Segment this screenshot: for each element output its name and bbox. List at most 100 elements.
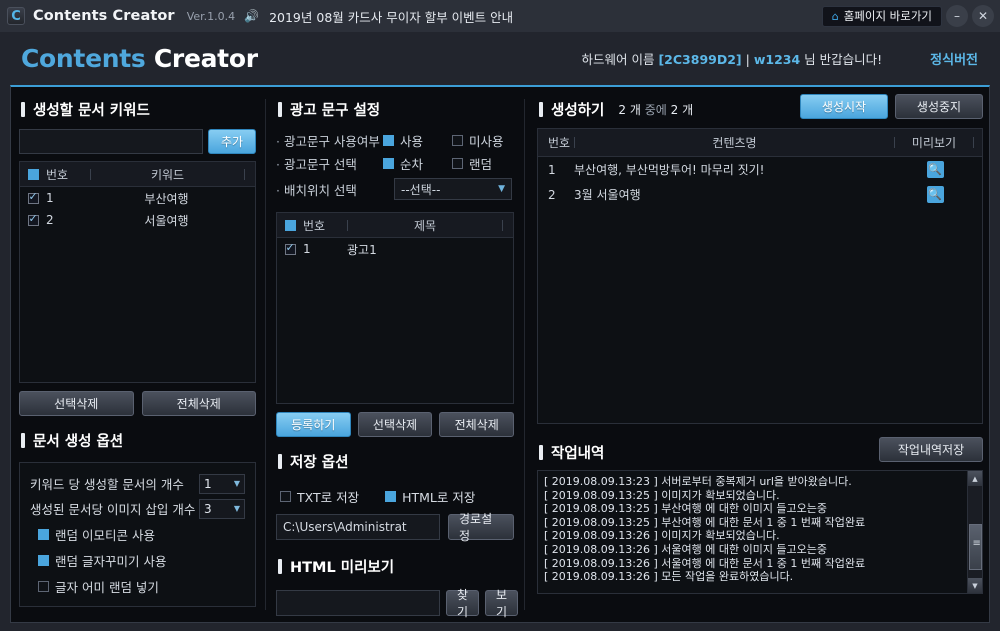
images-per-doc-select[interactable]: 3 ▼: [199, 498, 245, 519]
ad-use-on-checkbox[interactable]: [383, 135, 394, 146]
log-title-text: 작업내역: [551, 446, 605, 462]
delete-all-keywords-button[interactable]: 전체삭제: [141, 391, 256, 416]
ad-random-option[interactable]: 랜덤: [452, 154, 514, 173]
row-checkbox[interactable]: [27, 191, 39, 204]
ad-use-off-option[interactable]: 미사용: [452, 131, 514, 150]
option-random-decoration[interactable]: 랜덤 글자꾸미기 사용: [38, 551, 245, 570]
row-checkbox-cell[interactable]: [20, 191, 46, 204]
table-row[interactable]: 1 부산여행: [20, 187, 255, 209]
add-keyword-button[interactable]: 추가: [208, 129, 256, 154]
row-preview-cell[interactable]: 🔍: [896, 161, 974, 178]
minimize-button[interactable]: –: [946, 5, 968, 27]
ad-sequential-checkbox[interactable]: [383, 158, 394, 169]
close-button[interactable]: ✕: [972, 5, 994, 27]
save-options-box: TXT로 저장 HTML로 저장 경로설정: [276, 483, 514, 543]
title-bar: C Contents Creator Ver.1.0.4 🔊 2019년 08월…: [0, 0, 1000, 32]
notice-text: 2019년 08월 카드사 무이자 할부 이벤트 안내: [269, 9, 514, 25]
row-checkbox-cell[interactable]: [277, 242, 303, 255]
random-emoticon-checkbox[interactable]: [38, 529, 49, 540]
table-row[interactable]: 1 부산여행, 부산먹방투어! 마무리 짓기! 🔍: [538, 157, 982, 182]
ad-random-checkbox[interactable]: [452, 158, 463, 169]
chevron-down-icon: ▼: [498, 184, 505, 194]
save-txt-checkbox[interactable]: [280, 491, 291, 502]
ad-action-buttons: 등록하기 선택삭제 전체삭제: [276, 412, 515, 437]
generate-buttons: 생성시작 생성중지: [800, 94, 983, 119]
generate-count-done: 2 개: [618, 103, 641, 117]
row-no: 1: [46, 191, 54, 205]
ad-use-on-option[interactable]: 사용: [383, 131, 445, 150]
scroll-down-button[interactable]: ▼: [967, 578, 982, 593]
start-generate-button[interactable]: 생성시작: [800, 94, 888, 119]
log-box: [ 2019.08.09.13:23 ] 서버로부터 중복제거 url을 받아왔…: [537, 470, 983, 594]
images-per-doc-value: 3: [204, 501, 212, 516]
row-checkbox[interactable]: [27, 213, 39, 226]
scroll-up-button[interactable]: ▲: [967, 471, 982, 486]
row-no: 1: [548, 162, 556, 177]
user-name: w1234: [753, 52, 801, 67]
header-right: 하드웨어 이름 [2C3899D2] | w1234 님 반갑습니다! 정식버전: [582, 49, 979, 68]
generate-table-body: 1 부산여행, 부산먹방투어! 마무리 짓기! 🔍 2 3월 서울여행 🔍: [538, 157, 982, 423]
ad-settings-column: 광고 문구 설정 광고문구 사용여부 사용 미사용 광고문구 선택: [266, 93, 524, 619]
homepage-shortcut-button[interactable]: ⌂ 홈페이지 바로가기: [821, 5, 942, 27]
save-html-checkbox[interactable]: [385, 491, 397, 502]
ad-use-off-checkbox[interactable]: [452, 135, 463, 146]
ad-select-all-cell[interactable]: [277, 219, 303, 231]
delete-selected-keywords-button[interactable]: 선택삭제: [19, 391, 134, 416]
row-title: 광고1: [347, 242, 377, 257]
find-file-button[interactable]: 찾기: [446, 588, 480, 619]
count-per-keyword-select[interactable]: 1 ▼: [199, 473, 245, 494]
select-all-checkbox[interactable]: [27, 168, 39, 180]
homepage-shortcut-label: 홈페이지 바로가기: [843, 9, 932, 23]
app-version: Ver.1.0.4: [186, 9, 236, 23]
delete-selected-ads-button[interactable]: 선택삭제: [357, 412, 433, 437]
option-random-ending[interactable]: 글자 어미 랜덤 넣기: [38, 577, 245, 596]
ad-sequential-option[interactable]: 순차: [383, 154, 445, 173]
scroll-track[interactable]: [968, 486, 983, 578]
register-ad-button[interactable]: 등록하기: [276, 412, 351, 437]
generate-count-mid: 중에: [644, 103, 667, 117]
ad-position-value: --선택--: [401, 182, 441, 197]
ad-use-on-label: 사용: [400, 134, 424, 149]
save-format-row: TXT로 저장 HTML로 저장: [280, 487, 514, 506]
table-row[interactable]: 2 3월 서울여행 🔍: [538, 182, 982, 207]
header-separator: |: [745, 52, 750, 67]
brand-part-1: Contents: [21, 44, 146, 73]
save-options-title: 저장 옵션: [278, 451, 514, 472]
log-scrollbar[interactable]: ▲ ▼: [967, 471, 982, 593]
row-checkbox[interactable]: [284, 242, 296, 255]
magnifier-icon[interactable]: 🔍: [926, 186, 944, 203]
row-preview-cell[interactable]: 🔍: [896, 186, 974, 203]
column-divider: [244, 168, 245, 180]
keyword-input[interactable]: [19, 129, 203, 154]
save-path-input[interactable]: [276, 514, 440, 540]
row-checkbox-cell[interactable]: [20, 213, 46, 226]
row-content-name: 3월 서울여행: [574, 188, 641, 202]
ad-sequential-label: 순차: [400, 157, 424, 172]
html-preview-input[interactable]: [276, 590, 440, 616]
generate-table-header: 번호 컨텐츠명 미리보기: [538, 129, 982, 157]
doc-options-checkboxes: 랜덤 이모티콘 사용 랜덤 글자꾸미기 사용 글자 어미 랜덤 넣기: [30, 525, 245, 596]
ad-position-select[interactable]: --선택-- ▼: [394, 178, 512, 200]
row-no: 2: [548, 187, 556, 202]
ad-select-all-checkbox[interactable]: [284, 219, 296, 231]
ad-use-options: 사용 미사용: [383, 131, 514, 150]
random-decoration-checkbox[interactable]: [38, 555, 49, 566]
ad-table-header: 번호 제목: [277, 213, 513, 238]
random-ending-label: 글자 어미 랜덤 넣기: [55, 580, 159, 595]
scroll-thumb[interactable]: [968, 524, 982, 570]
random-emoticon-label: 랜덤 이모티콘 사용: [55, 528, 155, 543]
table-row[interactable]: 2 서울여행: [20, 209, 255, 231]
save-txt-option[interactable]: TXT로 저장: [280, 487, 359, 506]
table-row[interactable]: 1 광고1: [277, 238, 513, 260]
view-file-button[interactable]: 보기: [485, 588, 519, 619]
delete-all-ads-button[interactable]: 전체삭제: [439, 412, 515, 437]
stop-generate-button[interactable]: 생성중지: [895, 94, 983, 119]
save-log-button[interactable]: 작업내역저장: [879, 437, 983, 462]
browse-path-button[interactable]: 경로설정: [448, 512, 514, 543]
random-ending-checkbox[interactable]: [38, 581, 49, 592]
keyword-select-all-cell[interactable]: [20, 168, 46, 180]
html-preview-title: HTML 미리보기: [278, 556, 514, 577]
option-random-emoticon[interactable]: 랜덤 이모티콘 사용: [38, 525, 245, 544]
save-html-option[interactable]: HTML로 저장: [385, 487, 475, 506]
magnifier-icon[interactable]: 🔍: [926, 161, 944, 178]
